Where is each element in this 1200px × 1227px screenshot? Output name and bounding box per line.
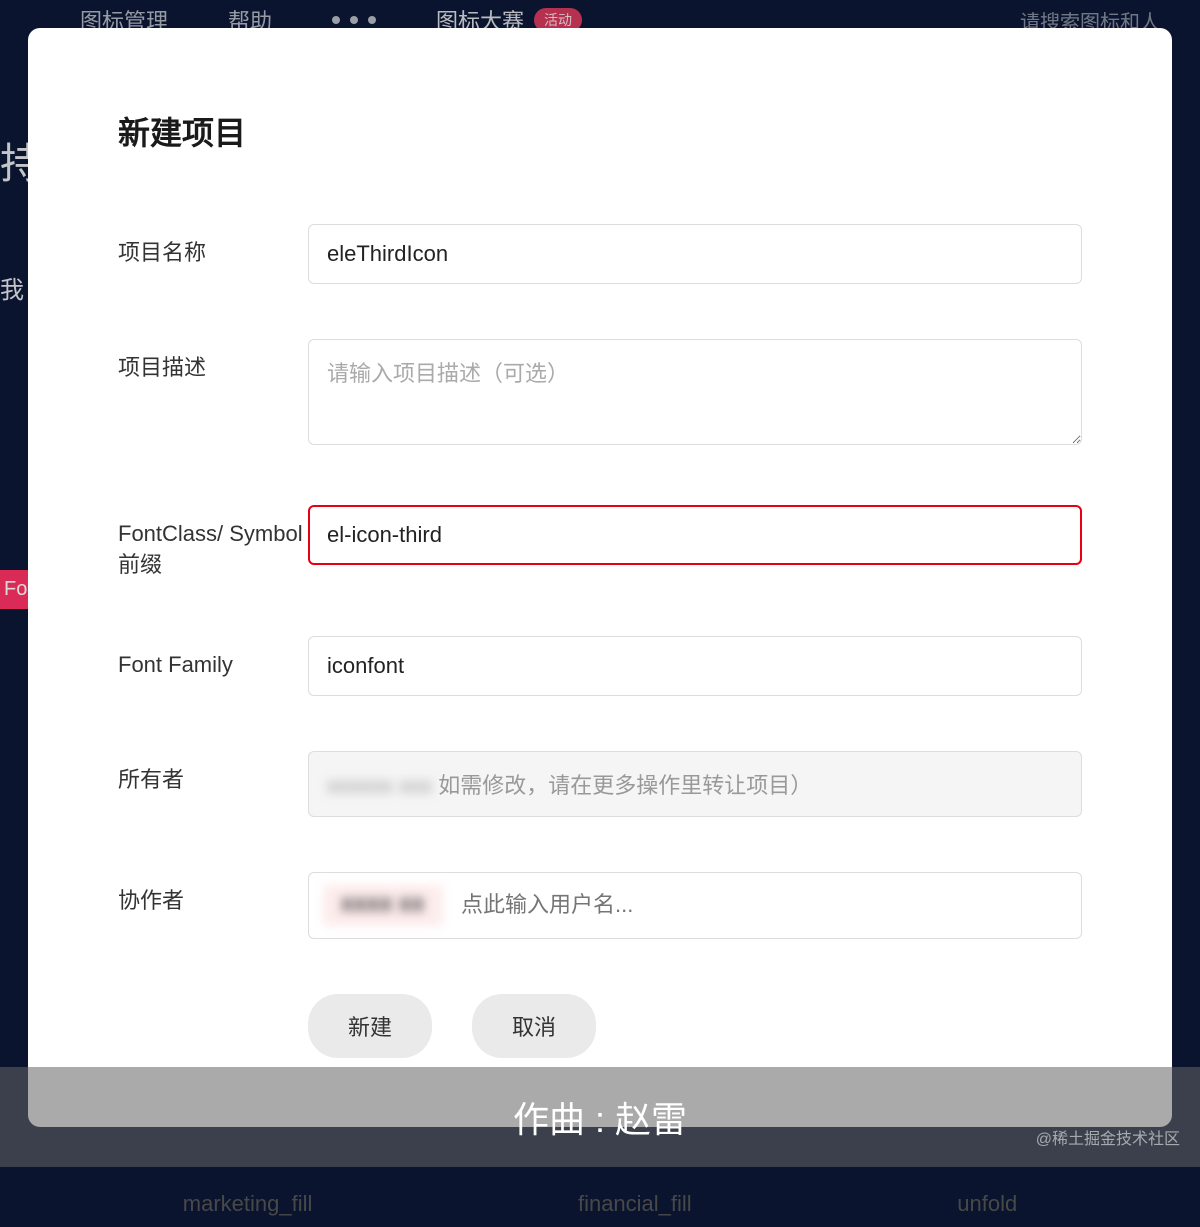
field-project-name: 项目名称 (118, 224, 1082, 284)
field-project-desc: 项目描述 (118, 339, 1082, 450)
textarea-project-desc[interactable] (308, 339, 1082, 445)
cancel-button[interactable]: 取消 (472, 994, 596, 1058)
watermark: @稀土掘金技术社区 (1036, 1125, 1180, 1149)
create-button[interactable]: 新建 (308, 994, 432, 1058)
input-font-family[interactable] (308, 636, 1082, 696)
collaborator-chip[interactable]: XXXX XX (323, 885, 443, 926)
field-fontclass-prefix: FontClass/ Symbol 前缀 (118, 505, 1082, 581)
label-project-name: 项目名称 (118, 224, 308, 269)
music-bottom-bar: 作曲 : 赵雷 (0, 1067, 1200, 1167)
modal-title: 新建项目 (118, 108, 1082, 154)
input-project-name[interactable] (308, 224, 1082, 284)
label-project-desc: 项目描述 (118, 339, 308, 384)
label-collaborator: 协作者 (118, 872, 308, 917)
collaborator-box[interactable]: XXXX XX (308, 872, 1082, 939)
label-owner: 所有者 (118, 751, 308, 796)
field-collaborator: 协作者 XXXX XX (118, 872, 1082, 939)
input-owner: xxxxxx xxx 如需修改，请在更多操作里转让项目） (308, 751, 1082, 817)
music-bar-text: 作曲 : 赵雷 (513, 1091, 687, 1143)
field-owner: 所有者 xxxxxx xxx 如需修改，请在更多操作里转让项目） (118, 751, 1082, 817)
new-project-modal: 新建项目 项目名称 项目描述 FontClass/ Symbol 前缀 Font… (28, 28, 1172, 1127)
owner-hint: 如需修改，请在更多操作里转让项目） (438, 773, 812, 798)
field-font-family: Font Family (118, 636, 1082, 696)
form-actions: 新建 取消 (308, 994, 1082, 1058)
input-collaborator[interactable] (461, 892, 1067, 918)
owner-name-redacted: xxxxxx xxx (327, 773, 432, 799)
input-fontclass-prefix[interactable] (308, 505, 1082, 565)
label-font-family: Font Family (118, 636, 308, 681)
label-fontclass-prefix: FontClass/ Symbol 前缀 (118, 505, 308, 581)
